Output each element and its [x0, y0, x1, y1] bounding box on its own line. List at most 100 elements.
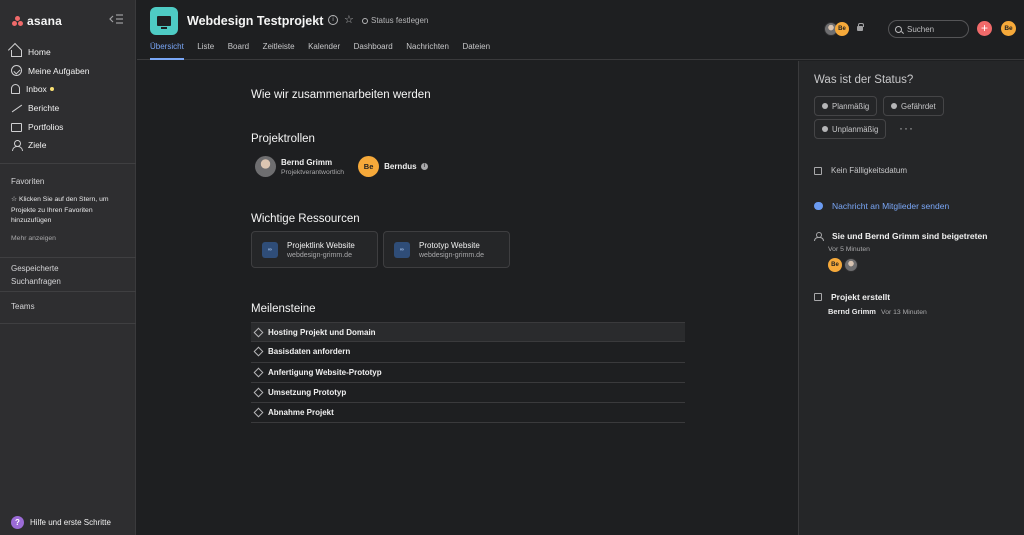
- show-more-link[interactable]: Mehr anzeigen: [11, 235, 56, 242]
- activity-time: Vor 13 Minuten: [881, 309, 927, 316]
- activity-time: Vor 5 Minuten: [828, 246, 870, 253]
- speech-bubble-icon: [814, 202, 823, 210]
- tab-board[interactable]: Board: [228, 42, 249, 60]
- search-placeholder: Suchen: [907, 24, 935, 34]
- quick-add-button[interactable]: +: [977, 21, 992, 36]
- status-off-track-button[interactable]: Unplanmäßig: [814, 119, 887, 139]
- help-icon: ?: [11, 516, 24, 529]
- nav-item-inbox[interactable]: Inbox: [0, 80, 136, 99]
- monitor-icon: [157, 16, 171, 29]
- status-dot: [822, 103, 828, 109]
- overview-content: Wie wir zusammenarbeiten werden Projektr…: [137, 61, 798, 535]
- project-members[interactable]: Be: [824, 22, 849, 36]
- calendar-icon: [814, 293, 822, 301]
- divider: [0, 257, 136, 258]
- person-icon: [11, 139, 23, 152]
- member-name: Bernd Grimm: [281, 157, 333, 167]
- collapse-sidebar-icon[interactable]: [108, 13, 124, 25]
- milestone-diamond-icon[interactable]: [253, 327, 264, 338]
- asana-logo[interactable]: asana: [12, 14, 62, 28]
- saved-searches[interactable]: Gespeicherte Suchanfragen: [11, 263, 91, 288]
- milestone-name: Anfertigung Website-Prototyp: [268, 367, 382, 377]
- nav-item-label: Meine Aufgaben: [28, 65, 90, 76]
- star-icon[interactable]: ☆: [344, 13, 354, 26]
- milestone-row[interactable]: Hosting Projekt und Domain: [251, 322, 685, 343]
- tab-calendar[interactable]: Kalender: [308, 42, 340, 60]
- help-button[interactable]: ? Hilfe und erste Schritte: [11, 516, 111, 529]
- milestone-diamond-icon[interactable]: [253, 346, 264, 357]
- resource-card[interactable]: ∞ Prototyp Website webdesign-grimm.de: [383, 231, 510, 268]
- due-date-row[interactable]: Kein Fälligkeitsdatum: [814, 166, 1019, 175]
- user-avatar[interactable]: Be: [1001, 21, 1016, 36]
- check-circle-icon: [11, 65, 22, 77]
- nav-item-label: Portfolios: [28, 121, 64, 132]
- chevron-down-icon[interactable]: ⌄: [313, 14, 321, 25]
- teams-link[interactable]: Teams: [11, 302, 35, 311]
- info-icon[interactable]: i: [420, 163, 428, 171]
- tab-list[interactable]: Liste: [197, 42, 214, 60]
- activity-author[interactable]: Bernd Grimm: [828, 307, 876, 316]
- resource-url: webdesign-grimm.de: [287, 251, 352, 259]
- status-panel: Was ist der Status? Planmäßig Gefährdet …: [798, 61, 1024, 535]
- message-link-label: Nachricht an Mitglieder senden: [832, 201, 950, 211]
- milestone-name: Hosting Projekt und Domain: [268, 327, 376, 337]
- project-title[interactable]: Webdesign Testprojekt: [187, 14, 323, 28]
- nav-item-label: Home: [28, 47, 51, 58]
- link-icon: ∞: [394, 241, 410, 258]
- milestone-name: Basisdaten anfordern: [268, 347, 351, 357]
- tab-files[interactable]: Dateien: [462, 42, 490, 60]
- resource-card[interactable]: ∞ Projektlink Website webdesign-grimm.de: [251, 231, 378, 268]
- status-at-risk-button[interactable]: Gefährdet: [883, 96, 944, 116]
- project-header: Webdesign Testprojekt ⌄ i ☆ Status festl…: [137, 0, 1024, 60]
- resource-title: Prototyp Website: [419, 240, 480, 250]
- activity-created: Projekt erstellt Bernd Grimm Vor 13 Minu…: [814, 292, 1019, 316]
- project-icon[interactable]: [150, 7, 178, 35]
- nav-item-reports[interactable]: Berichte: [0, 99, 136, 118]
- avatar: [255, 156, 276, 177]
- milestone-diamond-icon[interactable]: [253, 387, 264, 398]
- lock-icon[interactable]: [857, 23, 864, 31]
- bell-icon: [11, 84, 20, 95]
- role-card[interactable]: Be Berndus i: [358, 156, 428, 177]
- search-input[interactable]: Suchen: [888, 20, 969, 38]
- nav-item-goals[interactable]: Ziele: [0, 136, 136, 155]
- nav-item-my-tasks[interactable]: Meine Aufgaben: [0, 62, 136, 81]
- resources-heading: Wichtige Ressourcen: [251, 213, 360, 225]
- tab-dashboard[interactable]: Dashboard: [354, 42, 393, 60]
- message-members-link[interactable]: Nachricht an Mitglieder senden: [814, 201, 1019, 211]
- milestone-row[interactable]: Umsetzung Prototyp: [251, 383, 685, 404]
- chart-icon: [11, 103, 22, 114]
- status-on-track-button[interactable]: Planmäßig: [814, 96, 878, 116]
- divider: [0, 291, 136, 292]
- nav-item-label: Berichte: [28, 103, 60, 114]
- link-icon: ∞: [262, 241, 278, 258]
- milestone-diamond-icon[interactable]: [253, 407, 264, 418]
- status-dot: [822, 126, 828, 132]
- search-icon: [895, 25, 902, 33]
- status-option-label: Planmäßig: [832, 101, 870, 111]
- milestone-row[interactable]: Anfertigung Website-Prototyp: [251, 363, 685, 383]
- tab-timeline[interactable]: Zeitleiste: [263, 42, 295, 60]
- status-circle-icon: [362, 17, 368, 24]
- milestone-row[interactable]: Abnahme Projekt: [251, 403, 685, 424]
- divider: [0, 163, 136, 164]
- status-title: Was ist der Status?: [814, 74, 914, 86]
- unread-dot: [49, 87, 54, 92]
- nav-item-label: Inbox: [26, 84, 47, 95]
- favorites-title[interactable]: Favoriten: [11, 177, 44, 186]
- nav-item-portfolios[interactable]: Portfolios: [0, 117, 136, 136]
- favorites-hint: ☆ Klicken Sie auf den Stern, um Projekte…: [11, 196, 109, 224]
- set-status-button[interactable]: Status festlegen: [362, 16, 428, 25]
- nav-item-label: Ziele: [28, 140, 47, 151]
- intro-heading[interactable]: Wie wir zusammenarbeiten werden: [251, 89, 431, 101]
- milestone-diamond-icon[interactable]: [253, 367, 264, 378]
- tab-messages[interactable]: Nachrichten: [406, 42, 449, 60]
- main-nav: Home Meine Aufgaben Inbox Berichte Portf…: [0, 43, 136, 155]
- status-option-label: Gefährdet: [901, 101, 936, 111]
- nav-item-home[interactable]: Home: [0, 43, 136, 62]
- role-card[interactable]: Bernd Grimm Projektverantwortlich: [255, 156, 344, 177]
- info-icon[interactable]: i: [328, 15, 338, 25]
- tab-overview[interactable]: Übersicht: [150, 42, 184, 60]
- more-options-icon[interactable]: ···: [899, 121, 914, 135]
- milestone-row[interactable]: Basisdaten anfordern: [251, 342, 685, 363]
